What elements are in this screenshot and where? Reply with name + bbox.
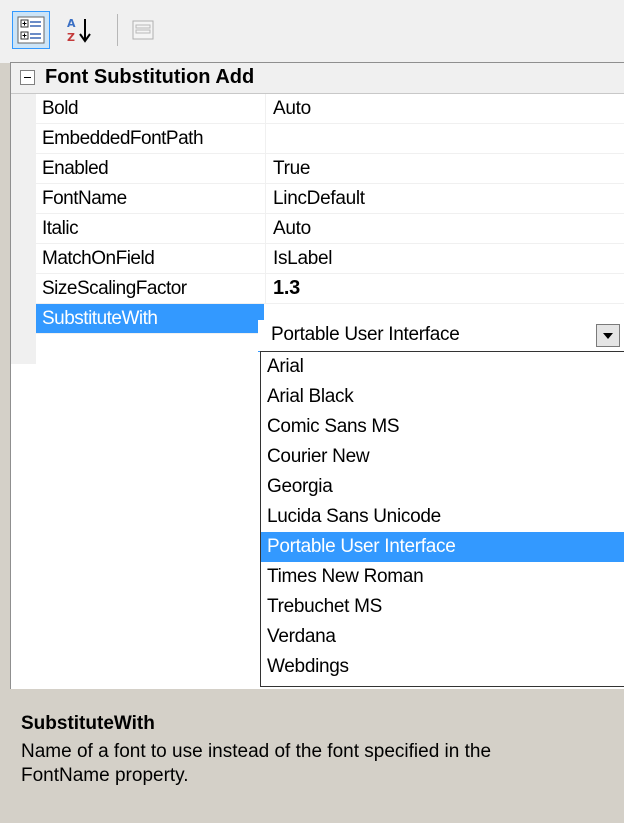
dropdown-option[interactable]: Webdings bbox=[261, 652, 624, 682]
property-gutter bbox=[11, 94, 36, 364]
property-value[interactable]: LincDefault bbox=[265, 184, 624, 213]
property-value[interactable]: 1.3 bbox=[265, 274, 624, 303]
category-row[interactable]: Font Substitution Add bbox=[11, 63, 624, 94]
property-value[interactable] bbox=[265, 124, 624, 153]
toolbar-separator bbox=[117, 14, 118, 46]
description-text: Name of a font to use instead of the fon… bbox=[21, 741, 492, 786]
property-name: FontName bbox=[42, 188, 127, 209]
property-row-italic[interactable]: Italic Auto bbox=[36, 214, 624, 244]
property-name: SizeScalingFactor bbox=[42, 278, 187, 299]
property-value[interactable]: IsLabel bbox=[265, 244, 624, 273]
categorized-view-icon bbox=[17, 16, 45, 44]
property-pages-icon bbox=[132, 20, 154, 40]
category-label: Font Substitution Add bbox=[45, 66, 255, 88]
collapse-icon[interactable] bbox=[20, 70, 35, 85]
property-grid-toolbar: A Z bbox=[0, 0, 624, 63]
property-name-selected: SubstituteWith bbox=[36, 304, 264, 333]
svg-text:A: A bbox=[67, 17, 76, 30]
alphabetical-sort-button[interactable]: A Z bbox=[60, 11, 98, 49]
property-name: Bold bbox=[42, 98, 79, 119]
categorized-view-button[interactable] bbox=[12, 11, 50, 49]
substitutewith-combobox[interactable]: Portable User Interface bbox=[258, 320, 624, 352]
property-row-sizescalingfactor[interactable]: SizeScalingFactor 1.3 bbox=[36, 274, 624, 304]
svg-text:Z: Z bbox=[67, 31, 75, 44]
property-value[interactable]: Auto bbox=[265, 94, 624, 123]
dropdown-option-selected[interactable]: Portable User Interface bbox=[261, 532, 624, 562]
property-name: Enabled bbox=[42, 158, 109, 179]
dropdown-option[interactable]: Verdana bbox=[261, 622, 624, 652]
dropdown-option[interactable]: Comic Sans MS bbox=[261, 412, 624, 442]
font-dropdown-list[interactable]: Arial Arial Black Comic Sans MS Courier … bbox=[260, 351, 624, 687]
property-pages-button[interactable] bbox=[124, 11, 162, 49]
property-name: Italic bbox=[42, 218, 79, 239]
property-row-bold[interactable]: Bold Auto bbox=[36, 94, 624, 124]
property-name: EmbeddedFontPath bbox=[42, 128, 204, 149]
property-value[interactable]: True bbox=[265, 154, 624, 183]
description-title: SubstituteWith bbox=[21, 713, 155, 734]
alphabetical-sort-icon: A Z bbox=[67, 17, 91, 44]
property-row-matchonfield[interactable]: MatchOnField IsLabel bbox=[36, 244, 624, 274]
dropdown-option[interactable]: Arial bbox=[261, 352, 624, 382]
property-value[interactable]: Auto bbox=[265, 214, 624, 243]
dropdown-option[interactable]: Courier New bbox=[261, 442, 624, 472]
dropdown-option[interactable]: Times New Roman bbox=[261, 562, 624, 592]
description-pane: SubstituteWith Name of a font to use ins… bbox=[10, 703, 624, 823]
combobox-value[interactable]: Portable User Interface bbox=[271, 324, 460, 346]
property-row-fontname[interactable]: FontName LincDefault bbox=[36, 184, 624, 214]
dropdown-button[interactable] bbox=[596, 324, 620, 347]
property-row-enabled[interactable]: Enabled True bbox=[36, 154, 624, 184]
dropdown-option[interactable]: Lucida Sans Unicode bbox=[261, 502, 624, 532]
property-row-embeddedfontpath[interactable]: EmbeddedFontPath bbox=[36, 124, 624, 154]
dropdown-option[interactable]: Trebuchet MS bbox=[261, 592, 624, 622]
dropdown-option[interactable]: Georgia bbox=[261, 472, 624, 502]
chevron-down-icon bbox=[603, 332, 613, 339]
property-name: MatchOnField bbox=[42, 248, 155, 269]
dropdown-option[interactable]: Arial Black bbox=[261, 382, 624, 412]
